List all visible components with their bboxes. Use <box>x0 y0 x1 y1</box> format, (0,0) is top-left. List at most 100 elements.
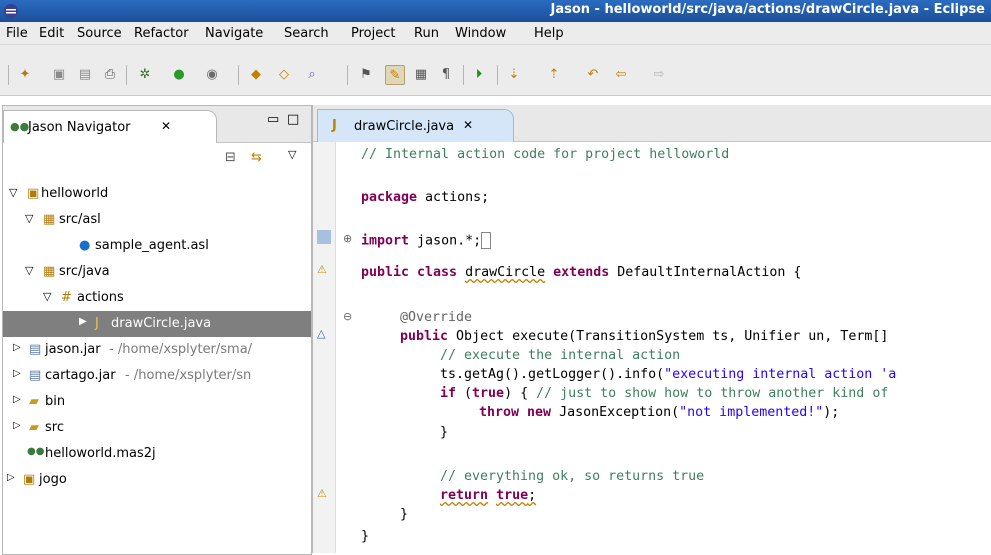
expand-icon[interactable]: ▽ <box>25 264 33 277</box>
collapse-all-icon[interactable]: ⊟ <box>225 150 236 165</box>
code-line-5: @Override <box>400 310 473 325</box>
eclipse-app-icon[interactable] <box>3 3 19 19</box>
tree-label: src/asl <box>59 212 101 227</box>
code-editor[interactable]: J drawCircle.java ✕ ⚠ △ ⚠ ⊕ ⊖ // Interna… <box>312 105 991 553</box>
code-line-3: import jason.*; <box>361 232 492 249</box>
tree-path: - /home/xsplyter/sn <box>125 368 252 383</box>
menu-run[interactable]: Run <box>414 26 439 41</box>
next-annotation-icon[interactable]: ⇣ <box>505 65 523 83</box>
java-file-icon: J <box>332 118 337 133</box>
java-file-icon: J <box>95 316 99 331</box>
menu-project[interactable]: Project <box>351 26 395 41</box>
expand-icon[interactable]: ▽ <box>9 186 17 199</box>
print-icon[interactable]: ⎙ <box>101 65 119 83</box>
new-java-project-icon[interactable]: ◆ <box>247 65 265 83</box>
menu-navigate[interactable]: Navigate <box>205 26 263 41</box>
block-selection-icon[interactable]: ▦ <box>412 65 430 83</box>
menu-help[interactable]: Help <box>534 26 564 41</box>
tree-item-mas2j[interactable]: ●● helloworld.mas2j <box>3 441 311 467</box>
code-line-12: // everything ok, so returns true <box>440 469 705 484</box>
main-toolbar: ✦ ▣ ▤ ⎙ ✲ ● ◉ ◆ ◇ ⌕ ⚑ ✎ ▦ ¶ ⏵ ⇣ ⇡ ↶ ⇦ ⇨ <box>0 45 991 96</box>
back-icon[interactable]: ⇦ <box>612 65 630 83</box>
code-line-1: // Internal action code for project hell… <box>361 147 730 162</box>
tree-item-src[interactable]: ▷ ▰ src <box>3 415 311 441</box>
menu-file[interactable]: File <box>6 26 28 41</box>
forward-icon[interactable]: ⇨ <box>650 65 668 83</box>
open-type-icon[interactable]: ◇ <box>275 65 293 83</box>
toolbar-separator <box>126 65 127 85</box>
tree-item-drawcircle[interactable]: ▶ J drawCircle.java <box>3 311 311 337</box>
expand-icon[interactable]: ▷ <box>13 394 21 405</box>
tab-jason-navigator[interactable]: ●● Jason Navigator ✕ <box>3 110 217 143</box>
code-line-13: return true; <box>440 488 537 503</box>
tree-item-helloworld[interactable]: ▽ ▣ helloworld <box>3 181 311 207</box>
save-all-icon[interactable]: ▤ <box>76 65 94 83</box>
tree-label: sample_agent.asl <box>95 238 209 253</box>
debug-icon[interactable]: ✲ <box>136 65 154 83</box>
tree-item-src-java[interactable]: ▽ ▦ src/java <box>3 259 311 285</box>
folded-code-box[interactable] <box>481 232 492 249</box>
minimize-icon[interactable]: ▭ <box>267 112 279 127</box>
toolbar-separator <box>463 65 464 85</box>
menu-search[interactable]: Search <box>284 26 329 41</box>
expand-fold-icon[interactable]: ⊕ <box>343 232 352 245</box>
expand-icon[interactable]: ▷ <box>13 368 21 379</box>
tree-label: jogo <box>39 472 67 487</box>
tree-label: helloworld <box>41 186 109 201</box>
tree-item-cartago-jar[interactable]: ▷ ▤ cartago.jar - /home/xsplyter/sn <box>3 363 311 389</box>
menu-source[interactable]: Source <box>77 26 122 41</box>
code-line-15: } <box>361 529 370 544</box>
code-line-10: throw new JasonException("not implemente… <box>479 405 840 420</box>
bookmark-icon[interactable]: ⚑ <box>357 65 375 83</box>
tree-label: src/java <box>59 264 110 279</box>
run-last-icon[interactable]: ⏵ <box>470 65 488 83</box>
tab-label: Jason Navigator <box>28 120 131 135</box>
title-bar: Jason - helloworld/src/java/actions/draw… <box>0 0 991 22</box>
expand-icon[interactable]: ▷ <box>7 472 15 483</box>
expand-icon[interactable]: ▶ <box>79 316 87 327</box>
previous-annotation-icon[interactable]: ⇡ <box>545 65 563 83</box>
toolbar-separator <box>238 65 239 85</box>
tree-label: cartago.jar <box>45 368 116 383</box>
tree-item-src-asl[interactable]: ▽ ▦ src/asl <box>3 207 311 233</box>
tree-label: src <box>45 420 64 435</box>
last-edit-icon[interactable]: ↶ <box>584 65 602 83</box>
show-whitespace-icon[interactable]: ¶ <box>437 65 455 83</box>
run-icon[interactable]: ● <box>170 65 188 83</box>
search-icon[interactable]: ⌕ <box>303 65 321 83</box>
tree-item-actions[interactable]: ▽ # actions <box>3 285 311 311</box>
tab-drawcircle-java[interactable]: J drawCircle.java ✕ <box>317 109 514 142</box>
menu-refactor[interactable]: Refactor <box>134 26 189 41</box>
code-line-6: public Object execute(TransitionSystem t… <box>400 329 889 344</box>
code-line-9: if (true) { // just to show how to throw… <box>440 386 889 401</box>
save-icon[interactable]: ▣ <box>50 65 68 83</box>
tree-item-bin[interactable]: ▷ ▰ bin <box>3 389 311 415</box>
mark-occurrences-icon[interactable]: ✎ <box>385 65 405 85</box>
tree-label: drawCircle.java <box>111 316 212 331</box>
jason-navigator-panel: ●● Jason Navigator ✕ ▭ □ ⊟ ⇆ ▽ ▽ ▣ hello… <box>2 105 312 555</box>
code-line-7: // execute the internal action <box>440 348 681 363</box>
expand-icon[interactable]: ▷ <box>13 342 21 353</box>
code-line-8: ts.getAg().getLogger().info("executing i… <box>440 367 897 382</box>
collapse-fold-icon[interactable]: ⊖ <box>343 310 352 323</box>
expand-icon[interactable]: ▽ <box>43 290 51 303</box>
code-line-11: } <box>440 425 449 440</box>
expand-icon[interactable]: ▷ <box>13 420 21 431</box>
menu-edit[interactable]: Edit <box>39 26 64 41</box>
project-icon: ▣ <box>23 472 36 487</box>
close-icon[interactable]: ✕ <box>161 119 171 133</box>
code-line-2: package actions; <box>361 190 490 205</box>
tree-item-jogo[interactable]: ▷ ▣ jogo <box>3 467 311 493</box>
new-icon[interactable]: ✦ <box>16 65 34 83</box>
navigator-tab-header: ●● Jason Navigator ✕ ▭ □ <box>3 106 311 143</box>
maximize-icon[interactable]: □ <box>287 112 299 127</box>
external-tools-icon[interactable]: ◉ <box>203 65 221 83</box>
expand-icon[interactable]: ▽ <box>25 212 33 225</box>
close-icon[interactable]: ✕ <box>463 118 473 132</box>
link-with-editor-icon[interactable]: ⇆ <box>251 150 262 165</box>
agent-icon: ● <box>79 238 91 253</box>
tree-item-jason-jar[interactable]: ▷ ▤ jason.jar - /home/xsplyter/sma/ <box>3 337 311 363</box>
view-menu-icon[interactable]: ▽ <box>288 148 296 161</box>
tree-item-sample-agent[interactable]: ● sample_agent.asl <box>3 233 311 259</box>
menu-window[interactable]: Window <box>455 26 506 41</box>
